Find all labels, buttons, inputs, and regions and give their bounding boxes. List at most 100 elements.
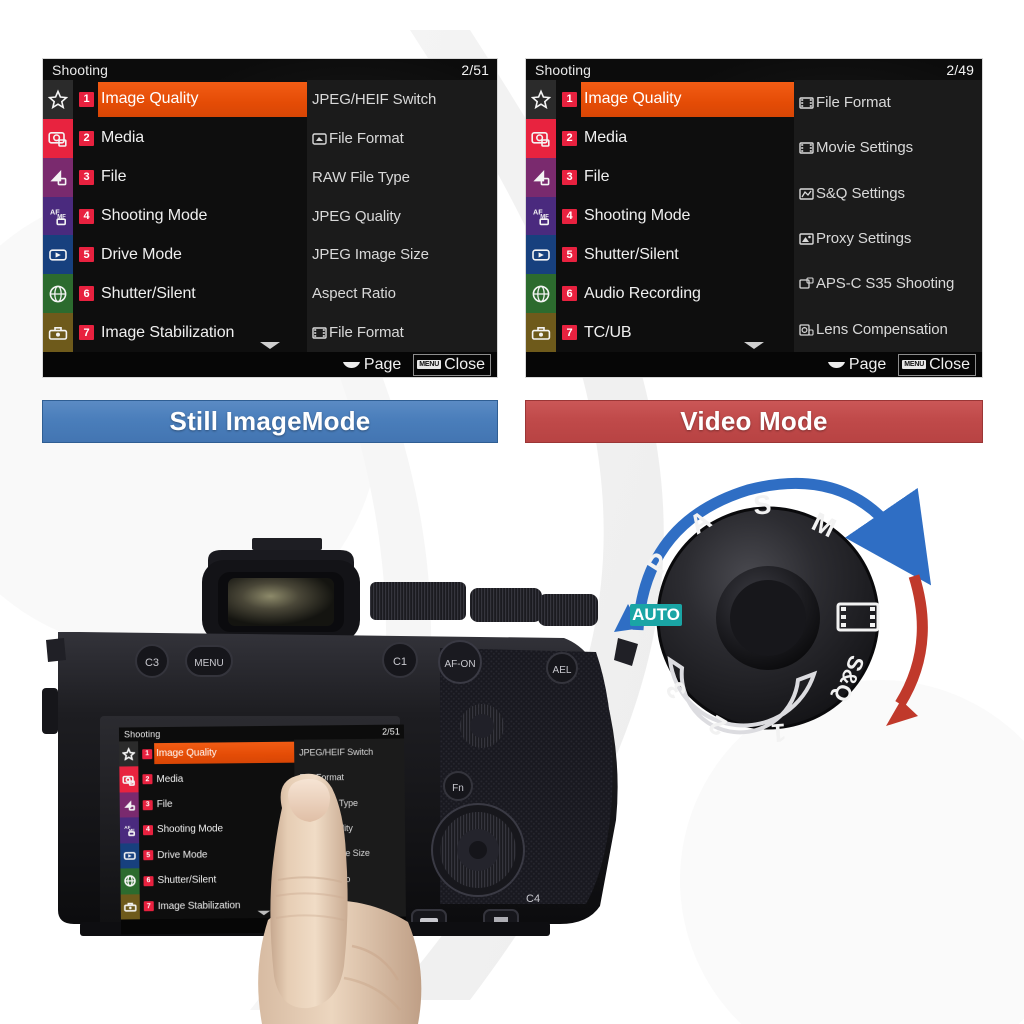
c1-button-label: C1 xyxy=(393,656,407,668)
menu-item-row[interactable]: 5 Drive Mode xyxy=(73,235,307,274)
dial-wheel-icon xyxy=(827,361,845,368)
video-mode-bar: Video Mode xyxy=(525,400,983,443)
category-playback[interactable] xyxy=(526,235,556,275)
category-star[interactable] xyxy=(43,80,73,119)
menu-item-list[interactable]: 1 Image Quality 2 Media 3 File 4 Shooting Mode 5… xyxy=(73,80,307,352)
menu-item-row[interactable]: 3 File xyxy=(73,158,307,197)
page-label: Page xyxy=(363,355,402,373)
menu-option-row[interactable]: Lens Compensation xyxy=(799,307,982,352)
menu-option-row[interactable]: JPEG Image Size xyxy=(312,235,497,274)
menu-item-row[interactable]: 7 Image Stabilization xyxy=(73,313,307,352)
star-icon xyxy=(531,89,551,110)
menu-option-row[interactable]: Movie Settings xyxy=(799,125,982,170)
apsc-icon xyxy=(799,277,814,290)
menu-item-row[interactable]: 6 Shutter/Silent xyxy=(73,274,307,313)
item-label: File xyxy=(584,168,610,186)
menu-option-list[interactable]: JPEG/HEIF Switch File Format RAW File Typ… xyxy=(307,80,497,352)
menu-option-row[interactable]: JPEG/HEIF Switch xyxy=(299,739,404,766)
hot-shoe xyxy=(252,538,322,550)
category-af-mf[interactable]: AF MF xyxy=(43,196,73,236)
item-number-badge: 3 xyxy=(142,799,153,810)
option-label: File Format xyxy=(329,324,404,342)
close-control[interactable]: MENU Close xyxy=(898,353,976,376)
category-network[interactable] xyxy=(526,274,556,314)
item-number-badge: 7 xyxy=(79,325,94,341)
still-image-mode-bar: Still ImageMode xyxy=(42,400,498,443)
item-label: TC/UB xyxy=(584,323,632,341)
category-rail[interactable]: AF MF xyxy=(43,80,73,353)
menu-item-row[interactable]: 2 Media xyxy=(556,119,794,158)
category-exposure[interactable] xyxy=(43,157,73,197)
item-number-badge: 2 xyxy=(562,130,577,146)
menu-item-row[interactable]: 7 TC/UB xyxy=(556,313,794,352)
menu-item-row[interactable]: 5 Shutter/Silent xyxy=(556,235,794,274)
proxy-icon xyxy=(799,232,814,245)
lcd-category-rail[interactable]: AF MF xyxy=(119,741,140,920)
category-playback[interactable] xyxy=(120,842,140,869)
menu-item-row[interactable]: 6 Audio Recording xyxy=(556,274,794,313)
item-number-badge: 3 xyxy=(79,169,94,185)
menu-option-row[interactable]: Proxy Settings xyxy=(799,216,982,261)
af-mf-icon: AF MF xyxy=(124,825,135,837)
menu-option-row[interactable]: Aspect Ratio xyxy=(312,274,497,313)
menu-item-row[interactable]: 1 Image Quality xyxy=(138,740,295,767)
item-label: Media xyxy=(156,773,184,785)
category-network[interactable] xyxy=(43,274,73,314)
page-control[interactable]: Page xyxy=(827,356,886,374)
menu-option-row[interactable]: File Format xyxy=(312,119,497,158)
menu-item-row[interactable]: 2 Media xyxy=(73,119,307,158)
network-icon xyxy=(49,285,67,303)
category-exposure[interactable] xyxy=(526,157,556,197)
option-label: File Format xyxy=(816,94,891,112)
menu-item-row[interactable]: 3 File xyxy=(556,158,794,197)
camera-icon xyxy=(531,132,550,148)
category-setup[interactable] xyxy=(43,313,73,353)
menu-option-row[interactable]: APS-C S35 Shooting xyxy=(799,261,982,306)
menu-body-still: AF MF 1 Image Quality 2 Media 3 File 4 Shooting… xyxy=(43,80,497,353)
item-number-badge: 5 xyxy=(79,247,94,263)
category-af-mf[interactable]: AF MF xyxy=(119,817,140,844)
item-number-badge: 1 xyxy=(142,748,153,759)
menu-option-row[interactable]: RAW File Type xyxy=(312,158,497,197)
menu-option-row[interactable]: JPEG/HEIF Switch xyxy=(312,80,497,119)
page-label: Page xyxy=(848,355,887,373)
option-label: Proxy Settings xyxy=(816,230,912,248)
menu-item-list[interactable]: 1 Image Quality 2 Media 3 File 4 Shooting Mode 5… xyxy=(556,80,794,352)
item-number-badge: 2 xyxy=(79,130,94,146)
menu-page-count: 2/49 xyxy=(946,61,974,78)
category-playback[interactable] xyxy=(43,235,73,275)
page-control[interactable]: Page xyxy=(342,356,401,374)
menu-item-row[interactable]: 1 Image Quality xyxy=(556,80,794,119)
menu-item-row[interactable]: 4 Shooting Mode xyxy=(556,197,794,236)
category-camera[interactable] xyxy=(526,118,556,158)
menu-option-row[interactable]: JPEG Quality xyxy=(312,197,497,236)
menu-option-list[interactable]: File Format Movie Settings S&Q Settings … xyxy=(794,80,982,352)
category-rail[interactable]: AF MF xyxy=(526,80,556,353)
item-label: Image Quality xyxy=(156,747,217,760)
category-star[interactable] xyxy=(119,741,139,767)
option-label: Aspect Ratio xyxy=(312,285,396,303)
viewfinder-window xyxy=(228,578,334,626)
lcd-menu-title: Shooting xyxy=(123,729,161,740)
video-arrow-icon xyxy=(895,574,928,707)
menu-option-row[interactable]: S&Q Settings xyxy=(799,171,982,216)
still-photo-icon xyxy=(312,132,327,145)
menu-item-row[interactable]: 1 Image Quality xyxy=(73,80,307,119)
close-control[interactable]: MENU Close xyxy=(413,353,491,376)
menu-option-row[interactable]: File Format xyxy=(312,313,497,352)
menu-item-row[interactable]: 4 Shooting Mode xyxy=(73,197,307,236)
item-label: Audio Recording xyxy=(584,284,701,302)
category-exposure[interactable] xyxy=(119,792,139,818)
menu-option-row[interactable]: File Format xyxy=(799,80,982,125)
category-camera[interactable] xyxy=(119,766,139,793)
category-star[interactable] xyxy=(526,80,556,119)
setup-icon xyxy=(531,326,551,340)
category-network[interactable] xyxy=(120,868,140,895)
item-number-badge: 1 xyxy=(79,91,94,107)
item-label: File xyxy=(101,168,127,186)
category-af-mf[interactable]: AF MF xyxy=(526,196,556,236)
category-setup[interactable] xyxy=(526,313,556,353)
category-camera[interactable] xyxy=(43,118,73,158)
category-setup[interactable] xyxy=(120,893,140,920)
option-label: JPEG Image Size xyxy=(312,246,429,264)
